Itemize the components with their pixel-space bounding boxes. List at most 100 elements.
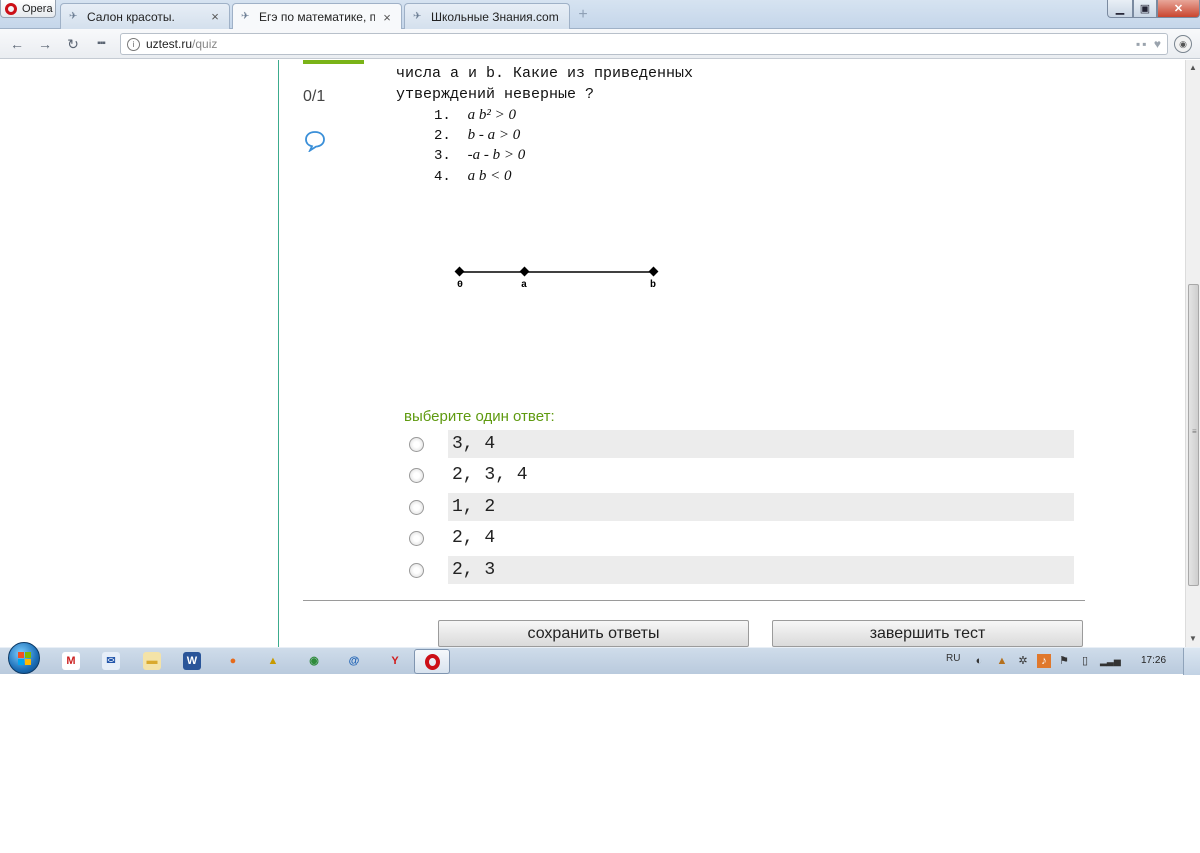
opera-menu-button[interactable]: Opera <box>0 0 56 18</box>
folder-icon[interactable]: ▬ <box>143 652 161 670</box>
answer-label[interactable]: 2, 3 <box>448 556 1074 584</box>
screen: Opera ✈ Салон красоты. × ✈ Егэ по матема… <box>0 0 1200 853</box>
handshake-favicon-icon: ✈ <box>413 10 422 22</box>
statement-expression: b - a > 0 <box>467 127 521 143</box>
clock[interactable]: 17:26 <box>1141 655 1166 666</box>
question-line-2: утверждений неверные ? <box>396 86 595 103</box>
opera-taskbar-button[interactable] <box>414 649 450 674</box>
windows-logo-icon <box>18 652 31 665</box>
save-answers-button[interactable]: сохранить ответы <box>438 620 749 647</box>
tab-title: Школьные Знания.com - <box>431 9 561 24</box>
handshake-favicon-icon: ✈ <box>241 11 250 22</box>
radio-button[interactable] <box>409 563 424 578</box>
opera-logo-icon <box>5 2 17 15</box>
answer-option-5[interactable]: 2, 3 <box>404 556 1074 584</box>
number-line: 0 a b <box>454 266 659 291</box>
navigation-bar: ← → ↻ ▪▪▪ i uztest.ru /quiz ▪▪ ♥ ◉ <box>0 29 1200 59</box>
notification-app-icon[interactable]: ♪ <box>1037 654 1051 668</box>
update-icon[interactable]: ▲ <box>995 654 1009 668</box>
scrollbar-thumb[interactable]: ≡ <box>1188 284 1199 586</box>
reload-icon[interactable]: ↻ <box>64 35 82 53</box>
scroll-down-icon[interactable]: ▼ <box>1189 635 1197 643</box>
scroll-up-icon[interactable]: ▲ <box>1189 64 1197 72</box>
statement-expression: a b² > 0 <box>467 107 516 123</box>
answer-option-3[interactable]: 1, 2 <box>404 493 1074 521</box>
answer-option-1[interactable]: 3, 4 <box>404 430 1074 458</box>
address-field[interactable]: i uztest.ru /quiz ▪▪ ♥ <box>120 33 1168 55</box>
speed-dial-icon[interactable]: ▪▪▪ <box>92 35 110 53</box>
scrollbar-grip-icon: ≡ <box>1192 427 1197 436</box>
answer-option-2[interactable]: 2, 3, 4 <box>404 461 1074 489</box>
point-zero-marker <box>454 266 465 277</box>
answer-label[interactable]: 1, 2 <box>448 493 1074 521</box>
handshake-favicon-icon: ✈ <box>69 10 78 22</box>
answer-label[interactable]: 3, 4 <box>448 430 1074 458</box>
window-close-button[interactable]: ✕ <box>1157 0 1200 18</box>
answer-option-4[interactable]: 2, 4 <box>404 524 1074 552</box>
point-b-marker <box>648 266 659 277</box>
question-score: 0/1 <box>303 88 326 105</box>
chrome-icon[interactable]: ◉ <box>305 652 323 670</box>
statement-number: 1. <box>434 108 451 124</box>
maximize-button[interactable]: ▣ <box>1133 0 1157 18</box>
start-button[interactable] <box>8 642 40 674</box>
question-line-1: числа a и b. Какие из приведенных <box>396 65 694 82</box>
mailru-icon[interactable]: @ <box>345 652 363 670</box>
label-b: b <box>650 279 656 291</box>
tab-znania[interactable]: ✈ Школьные Знания.com - <box>404 3 570 29</box>
answer-label[interactable]: 2, 3, 4 <box>448 461 1074 489</box>
volume-icon[interactable]: ◐ <box>972 654 986 668</box>
back-icon[interactable]: ← <box>8 35 26 53</box>
firefox-icon[interactable]: ● <box>224 652 242 670</box>
site-info-icon[interactable]: i <box>127 37 140 51</box>
left-divider <box>278 60 279 647</box>
tab-salon[interactable]: ✈ Салон красоты. × <box>60 3 230 29</box>
close-tab-icon[interactable]: × <box>209 9 221 24</box>
vertical-scrollbar[interactable]: ▲ ≡ ▼ <box>1185 60 1200 647</box>
page-content: 0/1 числа a и b. Какие из приведенных ут… <box>0 60 1185 647</box>
new-tab-button[interactable]: + <box>575 7 591 23</box>
language-indicator[interactable]: RU <box>946 653 960 664</box>
yandex-icon[interactable]: Y <box>386 652 404 670</box>
statement-1: 1. a b² > 0 <box>434 107 516 124</box>
close-tab-icon[interactable]: × <box>381 10 393 25</box>
windows-taskbar: M ✉ ▬ W ● ▲ ◉ @ Y RU ◐ ▲ ✲ ♪ ⚑ ▯ ▂▃▅ 17:… <box>0 642 1200 675</box>
statement-4: 4. a b < 0 <box>434 168 512 185</box>
url-path: /quiz <box>192 37 218 51</box>
statement-2: 2. b - a > 0 <box>434 127 520 144</box>
answer-prompt: выберите один ответ: <box>404 408 555 425</box>
point-a-marker <box>519 266 530 277</box>
statement-number: 2. <box>434 128 451 144</box>
device-icon[interactable]: ▯ <box>1078 654 1092 668</box>
forward-icon[interactable]: → <box>36 35 54 53</box>
radio-button[interactable] <box>409 468 424 483</box>
tab-bar: Opera ✈ Салон красоты. × ✈ Егэ по матема… <box>0 0 1200 30</box>
url-host: uztest.ru <box>146 37 193 51</box>
comment-icon[interactable] <box>304 130 326 152</box>
winamp-icon[interactable]: ▲ <box>264 652 282 670</box>
flag-icon[interactable]: ⚑ <box>1057 654 1071 668</box>
network-signal-icon[interactable]: ▂▃▅ <box>1100 654 1121 668</box>
opera-menu-icon[interactable]: ◉ <box>1174 35 1192 53</box>
opera-menu-label: Opera <box>22 2 53 15</box>
bookmark-heart-icon[interactable]: ▪▪ ♥ <box>1136 37 1163 51</box>
statement-number: 3. <box>434 148 451 164</box>
minimize-button[interactable]: ▁ <box>1107 0 1133 18</box>
radio-button[interactable] <box>409 531 424 546</box>
opera-icon <box>425 654 440 670</box>
tab-title: Егэ по математике, подго <box>259 10 375 24</box>
statement-expression: a b < 0 <box>467 168 512 184</box>
radio-button[interactable] <box>409 437 424 452</box>
tab-ege[interactable]: ✈ Егэ по математике, подго × <box>232 3 402 30</box>
statement-3: 3. -a - b > 0 <box>434 147 525 164</box>
statement-expression: -a - b > 0 <box>467 147 526 163</box>
statement-number: 4. <box>434 169 451 185</box>
mail-icon[interactable]: ✉ <box>102 652 120 670</box>
gmail-icon[interactable]: M <box>62 652 80 670</box>
answer-label[interactable]: 2, 4 <box>448 524 1074 552</box>
finish-test-button[interactable]: завершить тест <box>772 620 1083 647</box>
word-icon[interactable]: W <box>183 652 201 670</box>
radio-button[interactable] <box>409 500 424 515</box>
show-desktop-button[interactable] <box>1183 648 1200 675</box>
settings-gear-icon[interactable]: ✲ <box>1016 654 1030 668</box>
